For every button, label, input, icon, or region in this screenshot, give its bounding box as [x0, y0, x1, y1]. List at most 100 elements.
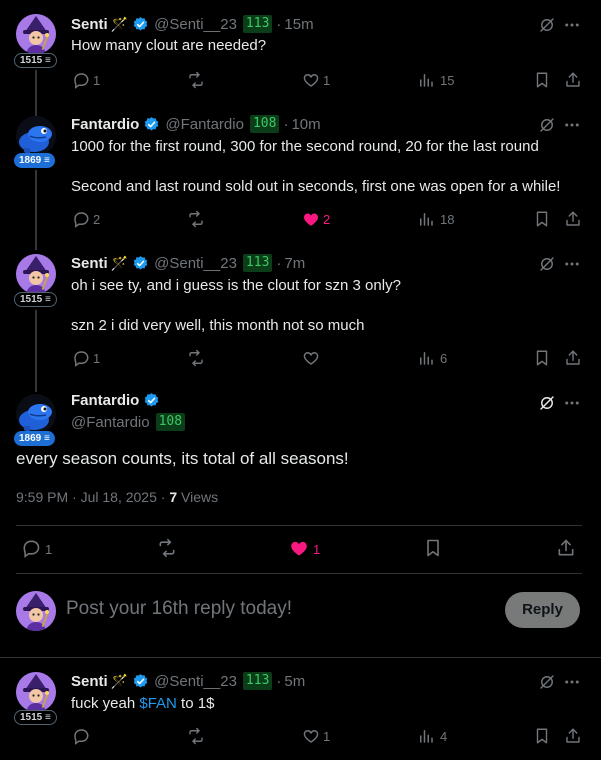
reply-count: 1	[93, 351, 101, 366]
post-time[interactable]: 7m	[284, 255, 305, 272]
avatar[interactable]	[16, 116, 56, 156]
verified-icon	[132, 673, 149, 690]
wizard-avatar-icon	[16, 672, 56, 712]
share-icon[interactable]	[556, 538, 576, 558]
like-icon[interactable]	[289, 538, 309, 558]
more-icon[interactable]	[563, 255, 581, 273]
repost-icon[interactable]	[187, 71, 205, 89]
my-avatar[interactable]	[16, 591, 56, 631]
bookmark-icon[interactable]	[533, 71, 551, 89]
share-icon[interactable]	[564, 71, 582, 89]
author-handle[interactable]: @Senti__23	[154, 673, 237, 690]
dino-avatar-icon	[16, 116, 56, 156]
grok-icon[interactable]	[538, 255, 556, 273]
author-handle[interactable]: @Senti__23	[154, 16, 237, 33]
clout-badge: 113	[242, 254, 273, 272]
clout-badge: 113	[242, 15, 273, 33]
author-handle[interactable]: @Fantardio	[165, 116, 244, 133]
views-icon[interactable]	[417, 71, 435, 89]
separator: ·	[276, 254, 282, 272]
reply-button[interactable]: Reply	[505, 592, 580, 628]
grok-icon[interactable]	[538, 673, 556, 691]
like-count: 1	[323, 73, 331, 88]
divider	[0, 657, 601, 658]
clout-badge: 108	[155, 413, 186, 431]
more-icon[interactable]	[563, 116, 581, 134]
cashtag-link[interactable]: $FAN	[139, 695, 177, 712]
repost-icon[interactable]	[157, 538, 177, 558]
avatar[interactable]	[16, 672, 56, 712]
share-icon[interactable]	[564, 210, 582, 228]
post-text: How many clout are needed?	[71, 37, 267, 54]
like-count: 1	[313, 542, 321, 557]
bookmark-icon[interactable]	[423, 538, 443, 558]
more-icon[interactable]	[563, 16, 581, 34]
author-name[interactable]: Senti	[71, 16, 108, 33]
reply-icon[interactable]	[72, 727, 90, 745]
author-handle[interactable]: @Senti__23	[154, 255, 237, 272]
reply-count: 1	[93, 73, 101, 88]
text-segment: to 1$	[176, 695, 215, 712]
wand-emoji: 🪄	[110, 672, 129, 689]
wizard-avatar-icon	[16, 591, 56, 631]
reply-icon[interactable]	[72, 349, 90, 367]
verified-icon	[143, 116, 160, 133]
text-segment: fuck yeah	[71, 695, 140, 712]
share-icon[interactable]	[564, 349, 582, 367]
author-handle-row: @Fantardio 108	[71, 413, 186, 431]
repost-icon[interactable]	[187, 210, 205, 228]
reply-icon[interactable]	[21, 538, 41, 558]
divider	[16, 573, 582, 574]
avatar-badge: 1515 ≡	[14, 710, 57, 725]
post-text: fuck yeah $FAN to 1$	[71, 694, 214, 714]
post-text: every season counts, its total of all se…	[16, 449, 349, 468]
post-time[interactable]: 10m	[291, 116, 320, 133]
post-text: 1000 for the first round, 300 for the se…	[71, 138, 539, 155]
post-time[interactable]: 15m	[284, 16, 313, 33]
like-icon[interactable]	[302, 727, 320, 745]
author-name[interactable]: Fantardio	[71, 116, 139, 133]
more-icon[interactable]	[563, 673, 581, 691]
post-timestamp[interactable]: 9:59 PM · Jul 18, 2025 ·	[16, 489, 169, 505]
dino-avatar-icon	[16, 394, 56, 434]
reply-icon[interactable]	[72, 210, 90, 228]
post-header: Senti 🪄 @Senti__23 113 · 15m	[71, 13, 314, 35]
share-icon[interactable]	[564, 727, 582, 745]
grok-icon[interactable]	[538, 394, 556, 412]
views-count: 15	[440, 73, 455, 88]
like-icon[interactable]	[302, 71, 320, 89]
views-icon[interactable]	[417, 727, 435, 745]
repost-icon[interactable]	[187, 349, 205, 367]
author-name-row: Fantardio	[71, 392, 160, 409]
like-icon[interactable]	[302, 210, 320, 228]
wand-emoji: 🪄	[110, 254, 129, 271]
reply-input[interactable]: Post your 16th reply today!	[66, 598, 292, 620]
avatar-badge: 1869 ≡	[14, 153, 55, 168]
post-meta: 9:59 PM · Jul 18, 2025 · 7 Views	[16, 489, 218, 505]
like-icon[interactable]	[302, 349, 320, 367]
avatar[interactable]	[16, 254, 56, 294]
grok-icon[interactable]	[538, 16, 556, 34]
wand-emoji: 🪄	[110, 15, 129, 32]
verified-icon	[143, 392, 160, 409]
more-icon[interactable]	[563, 394, 581, 412]
avatar[interactable]	[16, 14, 56, 54]
author-name[interactable]: Senti	[71, 255, 108, 272]
bookmark-icon[interactable]	[533, 349, 551, 367]
views-icon[interactable]	[417, 349, 435, 367]
post-time[interactable]: 5m	[284, 673, 305, 690]
reply-icon[interactable]	[72, 71, 90, 89]
author-name[interactable]: Fantardio	[71, 392, 139, 409]
grok-icon[interactable]	[538, 116, 556, 134]
author-handle[interactable]: @Fantardio	[71, 414, 150, 431]
post-text: oh i see ty, and i guess is the clout fo…	[71, 277, 401, 294]
avatar-badge: 1515 ≡	[14, 292, 57, 307]
repost-icon[interactable]	[187, 727, 205, 745]
avatar-badge: 1869 ≡	[14, 431, 55, 446]
bookmark-icon[interactable]	[533, 210, 551, 228]
author-name[interactable]: Senti	[71, 673, 108, 690]
views-icon[interactable]	[417, 210, 435, 228]
views-count: 4	[440, 729, 448, 744]
avatar[interactable]	[16, 394, 56, 434]
bookmark-icon[interactable]	[533, 727, 551, 745]
